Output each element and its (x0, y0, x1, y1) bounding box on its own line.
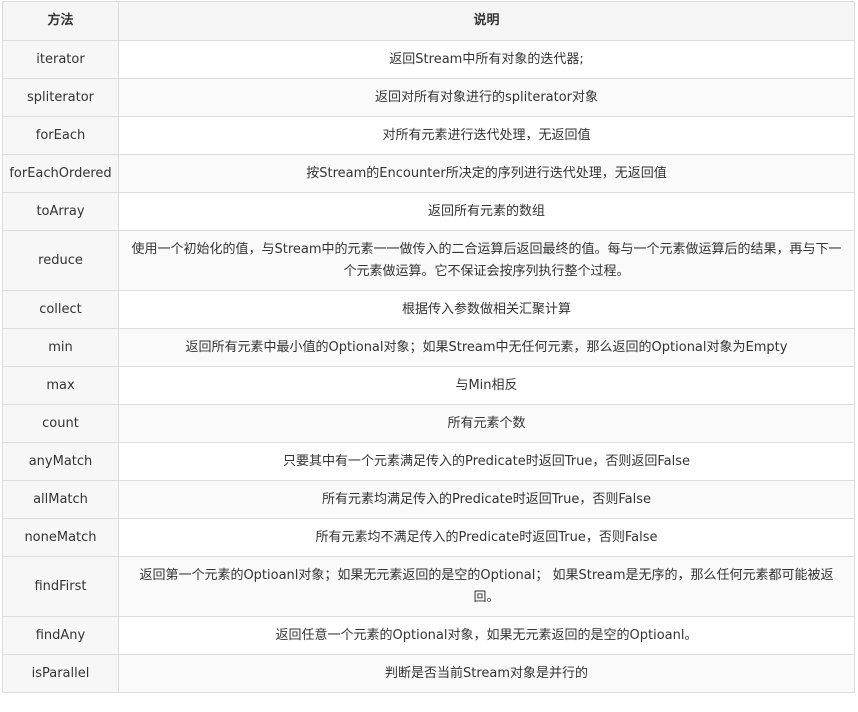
method-cell: iterator (2, 40, 119, 79)
description-cell: 与Min相反 (118, 366, 855, 405)
table-row: toArray 返回所有元素的数组 (2, 192, 855, 231)
description-cell: 只要其中有一个元素满足传入的Predicate时返回True，否则返回False (118, 442, 855, 481)
method-cell: anyMatch (2, 442, 119, 481)
method-cell: toArray (2, 192, 119, 231)
column-header-description: 说明 (118, 1, 855, 41)
method-cell: spliterator (2, 78, 119, 117)
description-cell: 所有元素均满足传入的Predicate时返回True，否则False (118, 480, 855, 519)
table-row: forEach 对所有元素进行迭代处理，无返回值 (2, 116, 855, 155)
table-row: findFirst 返回第一个元素的Optioanl对象；如果无元素返回的是空的… (2, 556, 855, 617)
description-cell: 所有元素均不满足传入的Predicate时返回True，否则False (118, 518, 855, 557)
description-cell: 返回所有元素中最小值的Optional对象；如果Stream中无任何元素，那么返… (118, 328, 855, 367)
description-cell: 返回所有元素的数组 (118, 192, 855, 231)
table-header: 方法 说明 (2, 1, 855, 41)
description-cell: 返回Stream中所有对象的迭代器; (118, 40, 855, 79)
table-row: count 所有元素个数 (2, 404, 855, 443)
method-cell: allMatch (2, 480, 119, 519)
method-cell: min (2, 328, 119, 367)
table-row: reduce 使用一个初始化的值，与Stream中的元素一一做传入的二合运算后返… (2, 230, 855, 291)
table-row: spliterator 返回对所有对象进行的spliterator对象 (2, 78, 855, 117)
description-cell: 使用一个初始化的值，与Stream中的元素一一做传入的二合运算后返回最终的值。每… (118, 230, 855, 291)
method-cell: findAny (2, 616, 119, 655)
api-methods-table-container: 方法 说明 iterator 返回Stream中所有对象的迭代器; splite… (2, 1, 855, 693)
method-cell: count (2, 404, 119, 443)
table-row: iterator 返回Stream中所有对象的迭代器; (2, 40, 855, 79)
column-header-method: 方法 (2, 1, 119, 41)
method-cell: collect (2, 290, 119, 329)
header-row: 方法 说明 (2, 1, 855, 41)
method-cell: max (2, 366, 119, 405)
method-cell: forEachOrdered (2, 154, 119, 193)
table-row: allMatch 所有元素均满足传入的Predicate时返回True，否则Fa… (2, 480, 855, 519)
table-row: noneMatch 所有元素均不满足传入的Predicate时返回True，否则… (2, 518, 855, 557)
method-cell: noneMatch (2, 518, 119, 557)
method-cell: isParallel (2, 654, 119, 693)
table-row: collect 根据传入参数做相关汇聚计算 (2, 290, 855, 329)
table-row: findAny 返回任意一个元素的Optional对象，如果无元素返回的是空的O… (2, 616, 855, 655)
description-cell: 所有元素个数 (118, 404, 855, 443)
description-cell: 返回第一个元素的Optioanl对象；如果无元素返回的是空的Optional； … (118, 556, 855, 617)
table-row: max 与Min相反 (2, 366, 855, 405)
table-row: min 返回所有元素中最小值的Optional对象；如果Stream中无任何元素… (2, 328, 855, 367)
description-cell: 根据传入参数做相关汇聚计算 (118, 290, 855, 329)
description-cell: 按Stream的Encounter所决定的序列进行迭代处理，无返回值 (118, 154, 855, 193)
table-row: isParallel 判断是否当前Stream对象是并行的 (2, 654, 855, 693)
method-cell: forEach (2, 116, 119, 155)
method-cell: reduce (2, 230, 119, 291)
table-row: anyMatch 只要其中有一个元素满足传入的Predicate时返回True，… (2, 442, 855, 481)
description-cell: 判断是否当前Stream对象是并行的 (118, 654, 855, 693)
description-cell: 返回任意一个元素的Optional对象，如果无元素返回的是空的Optioanl。 (118, 616, 855, 655)
description-cell: 对所有元素进行迭代处理，无返回值 (118, 116, 855, 155)
table-row: forEachOrdered 按Stream的Encounter所决定的序列进行… (2, 154, 855, 193)
description-cell: 返回对所有对象进行的spliterator对象 (118, 78, 855, 117)
table-body: iterator 返回Stream中所有对象的迭代器; spliterator … (2, 40, 855, 693)
method-cell: findFirst (2, 556, 119, 617)
api-methods-table: 方法 说明 iterator 返回Stream中所有对象的迭代器; splite… (2, 1, 855, 693)
